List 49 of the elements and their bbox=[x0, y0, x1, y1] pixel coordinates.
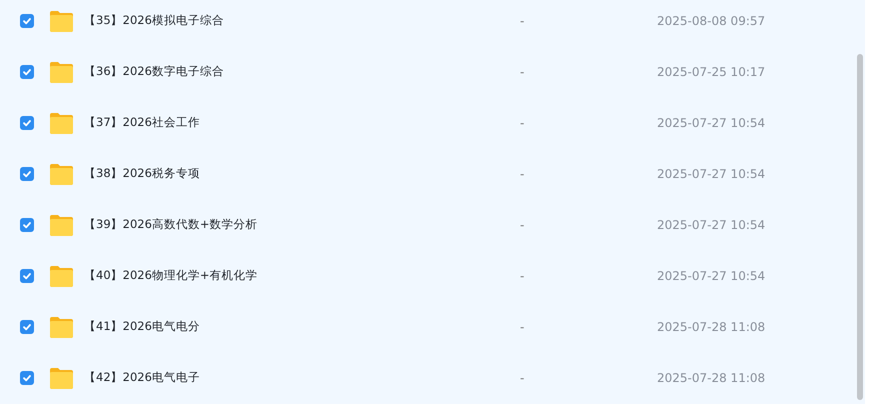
modified-date: 2025-07-27 10:54 bbox=[657, 218, 766, 232]
file-name[interactable]: 【40】2026物理化学+有机化学 bbox=[84, 268, 520, 283]
modified-date: 2025-07-28 11:08 bbox=[657, 320, 766, 334]
modified-date: 2025-07-28 11:08 bbox=[657, 370, 766, 384]
scrollbar[interactable] bbox=[857, 54, 863, 400]
file-name[interactable]: 【41】2026电气电分 bbox=[84, 319, 520, 334]
modified-date: 2025-07-27 10:54 bbox=[657, 268, 766, 282]
folder-icon bbox=[49, 264, 74, 286]
modified-date: 2025-08-08 09:57 bbox=[657, 14, 766, 28]
folder-icon bbox=[49, 60, 74, 82]
folder-icon bbox=[49, 162, 74, 184]
folder-icon bbox=[49, 10, 74, 32]
checkmark-icon bbox=[22, 168, 32, 178]
file-size: - bbox=[520, 218, 526, 232]
file-size: - bbox=[520, 14, 526, 28]
file-name[interactable]: 【35】2026模拟电子综合 bbox=[84, 13, 520, 28]
checkmark-icon bbox=[22, 66, 32, 76]
checkmark-icon bbox=[22, 372, 32, 382]
checkbox[interactable] bbox=[20, 320, 34, 334]
file-name[interactable]: 【42】2026电气电子 bbox=[84, 370, 520, 385]
file-size: - bbox=[520, 116, 526, 130]
checkbox[interactable] bbox=[20, 64, 34, 78]
checkmark-icon bbox=[22, 270, 32, 280]
modified-date: 2025-07-25 10:17 bbox=[657, 64, 766, 78]
folder-icon bbox=[49, 214, 74, 236]
checkbox[interactable] bbox=[20, 14, 34, 28]
checkbox[interactable] bbox=[20, 268, 34, 282]
checkmark-icon bbox=[22, 322, 32, 332]
file-size: - bbox=[520, 166, 526, 180]
checkbox[interactable] bbox=[20, 370, 34, 384]
file-size: - bbox=[520, 320, 526, 334]
checkmark-icon bbox=[22, 118, 32, 128]
checkbox[interactable] bbox=[20, 166, 34, 180]
file-name[interactable]: 【37】2026社会工作 bbox=[84, 115, 520, 130]
file-size: - bbox=[520, 268, 526, 282]
checkbox[interactable] bbox=[20, 116, 34, 130]
folder-icon bbox=[49, 112, 74, 134]
checkmark-icon bbox=[22, 220, 32, 230]
checkmark-icon bbox=[22, 16, 32, 26]
file-name[interactable]: 【36】2026数字电子综合 bbox=[84, 64, 520, 79]
modified-date: 2025-07-27 10:54 bbox=[657, 166, 766, 180]
file-size: - bbox=[520, 370, 526, 384]
modified-date: 2025-07-27 10:54 bbox=[657, 116, 766, 130]
file-name[interactable]: 【38】2026税务专项 bbox=[84, 166, 520, 181]
file-size: - bbox=[520, 64, 526, 78]
folder-icon bbox=[49, 316, 74, 338]
checkbox[interactable] bbox=[20, 218, 34, 232]
file-name[interactable]: 【39】2026高数代数+数学分析 bbox=[84, 217, 520, 232]
folder-icon bbox=[49, 366, 74, 388]
